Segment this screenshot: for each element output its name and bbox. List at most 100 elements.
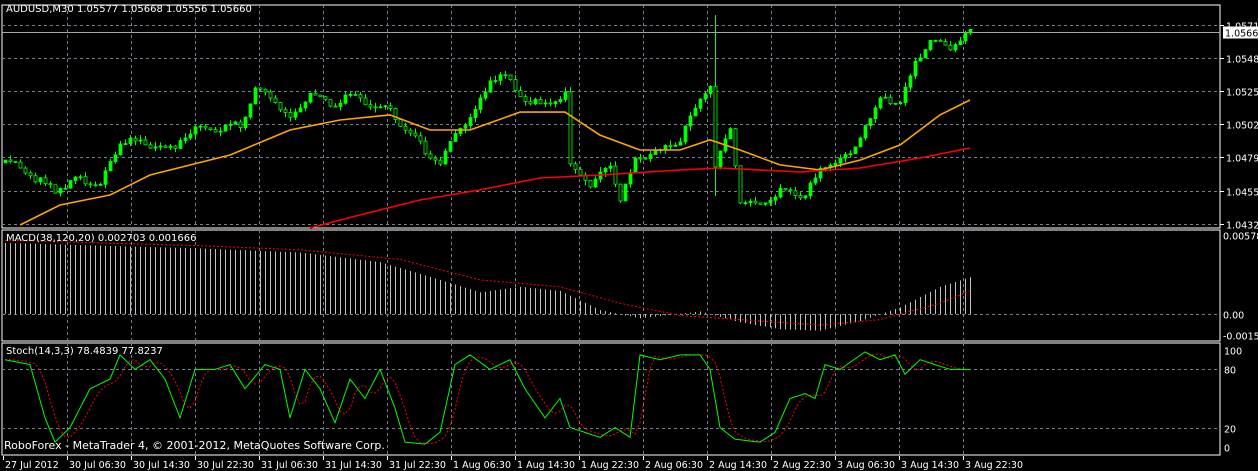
candle-body	[728, 128, 733, 140]
stoch-axis-label: 0	[1224, 444, 1230, 455]
candle-body	[568, 91, 573, 165]
candle-body	[283, 109, 288, 113]
candle	[233, 120, 238, 125]
candle-body	[38, 177, 43, 183]
candle-body	[868, 118, 873, 126]
candle	[638, 154, 643, 163]
candle	[338, 99, 343, 111]
macd-axis-label: 0.00	[1223, 311, 1244, 322]
candle	[743, 200, 748, 206]
candle	[703, 91, 708, 103]
time-axis-label: 2 Aug 22:30	[773, 460, 831, 471]
candle-body	[203, 125, 208, 129]
candle-body	[548, 102, 553, 105]
candle	[23, 166, 28, 175]
time-axis-label: 1 Aug 14:30	[517, 460, 575, 471]
candle-body	[708, 85, 713, 95]
candle-body	[898, 102, 903, 105]
candle-body	[718, 150, 723, 168]
candle	[78, 174, 83, 181]
candle	[308, 92, 313, 104]
time-axis-label: 3 Aug 14:30	[901, 460, 959, 471]
candle	[413, 128, 418, 138]
candle-body	[158, 145, 163, 148]
candle-body	[353, 94, 358, 96]
candle	[228, 120, 233, 131]
candle	[538, 96, 543, 105]
candle-body	[903, 86, 908, 104]
stoch-axis-label: 100	[1224, 347, 1242, 358]
candle-body	[313, 92, 318, 96]
candle-body	[953, 44, 958, 51]
candle	[393, 107, 398, 124]
candle-body	[768, 199, 773, 204]
candle	[383, 105, 388, 110]
candle	[758, 202, 763, 205]
candle-body	[963, 32, 968, 42]
candle	[323, 96, 328, 102]
candle-body	[508, 74, 513, 81]
candle-body	[763, 202, 768, 205]
candle	[738, 165, 743, 205]
candle	[518, 86, 523, 98]
candle-body	[698, 98, 703, 109]
candle-body	[883, 96, 888, 99]
candle	[318, 94, 323, 98]
candle	[648, 150, 653, 163]
candle-body	[713, 85, 718, 168]
candle-body	[738, 165, 743, 204]
candle-body	[58, 188, 63, 194]
candle-body	[8, 159, 13, 162]
candle-body	[933, 39, 938, 42]
candle-body	[268, 91, 273, 99]
candle-body	[63, 187, 68, 190]
candle	[513, 74, 518, 93]
candle-body	[808, 182, 813, 197]
candle	[473, 105, 478, 123]
candle	[33, 172, 38, 184]
candle	[68, 180, 73, 189]
candle	[553, 100, 558, 108]
candle	[688, 111, 693, 132]
time-axis-label: 3 Aug 22:30	[965, 460, 1023, 471]
candle-body	[223, 125, 228, 132]
candle	[813, 173, 818, 186]
candle-body	[123, 143, 128, 145]
candle	[783, 188, 788, 191]
candle-body	[783, 188, 788, 191]
price-axis-label: 1.05480	[1226, 55, 1258, 66]
candle-body	[648, 154, 653, 159]
candle	[98, 182, 103, 186]
candle	[268, 89, 273, 102]
candle-body	[833, 162, 838, 166]
candle-body	[13, 161, 18, 163]
candle-body	[48, 183, 53, 186]
time-axis-label: 30 Jul 06:30	[69, 460, 126, 471]
candle	[763, 202, 768, 206]
candle-body	[348, 94, 353, 96]
candle	[483, 87, 488, 101]
candle	[608, 162, 613, 173]
candle	[313, 89, 318, 96]
stoch-axis-label: 80	[1224, 366, 1236, 377]
candle	[438, 156, 443, 167]
candle	[333, 103, 338, 108]
candle-body	[558, 99, 563, 103]
candle-body	[863, 125, 868, 139]
candle	[283, 107, 288, 118]
candle-body	[243, 116, 248, 129]
candle	[443, 148, 448, 165]
candle	[328, 99, 333, 108]
candle	[808, 180, 813, 200]
candle-body	[378, 106, 383, 109]
candle	[968, 28, 973, 35]
candle	[138, 135, 143, 145]
candle	[83, 172, 88, 186]
candle-body	[778, 188, 783, 198]
candle-body	[848, 153, 853, 156]
candle-body	[678, 141, 683, 146]
candle	[93, 181, 98, 187]
candle	[523, 94, 528, 106]
candle-body	[498, 74, 503, 81]
candle	[48, 181, 53, 189]
